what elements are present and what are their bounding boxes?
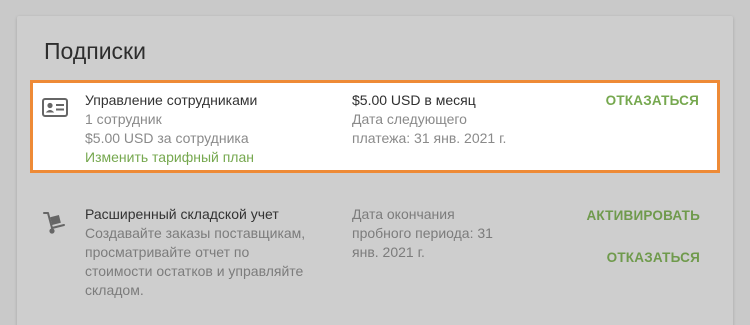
activate-button[interactable]: АКТИВИРОВАТЬ [586,208,700,223]
next-payment-line-2: платежа: 31 янв. 2021 г. [352,130,507,146]
monthly-price: $5.00 USD в месяц [352,92,476,108]
subscription-name-block: Расширенный складской учет Создавайте за… [85,205,305,300]
price-per-employee: $5.00 USD за сотрудника [85,130,249,146]
page-title: Подписки [44,38,146,64]
subscription-row-employee-management: Управление сотрудниками 1 сотрудник $5.0… [30,80,720,173]
cancel-button[interactable]: ОТКАЗАТЬСЯ [606,93,699,108]
id-card-icon [42,97,68,119]
cancel-button[interactable]: ОТКАЗАТЬСЯ [607,250,700,265]
hand-truck-icon [42,211,68,234]
trial-end-block: Дата окончания пробного периода: 31 янв.… [352,205,493,262]
description-line-3: стоимости остатков и управляйте [85,263,304,279]
subscription-name-block: Управление сотрудниками 1 сотрудник $5.0… [85,91,257,167]
trial-end-line-2: пробного периода: 31 [352,225,493,241]
description-line-4: складом. [85,282,144,298]
subscription-price-block: $5.00 USD в месяц Дата следующего платеж… [352,91,506,148]
change-plan-link[interactable]: Изменить тарифный план [85,148,257,167]
subscription-row-advanced-inventory: Расширенный складской учет Создавайте за… [30,196,720,316]
trial-end-line-3: янв. 2021 г. [352,244,425,260]
trial-end-line-1: Дата окончания [352,206,455,222]
employee-count: 1 сотрудник [85,111,162,127]
next-payment-line-1: Дата следующего [352,111,467,127]
description-line-1: Создавайте заказы поставщикам, [85,225,306,241]
subscription-name: Управление сотрудниками [85,92,258,108]
description-line-2: просматривайте отчет по [85,244,250,260]
subscription-name: Расширенный складской учет [85,206,279,222]
